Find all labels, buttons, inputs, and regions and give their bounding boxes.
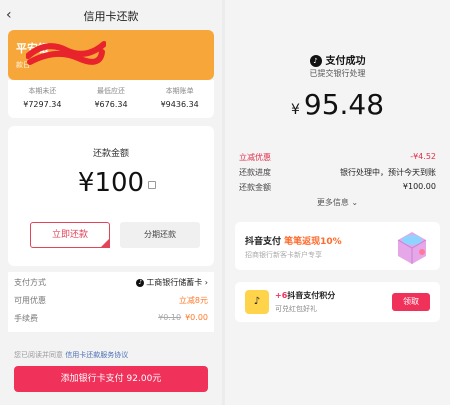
detail-label: 还款金额 [239, 183, 271, 192]
stat-bill: 本期账单 ¥9436.34 [145, 80, 214, 118]
status-title-row: ♪ 支付成功 [225, 52, 450, 67]
detail-label: 还款进度 [239, 168, 271, 177]
stat-unpaid: 本期未还 ¥7297.34 [8, 80, 77, 118]
stat-label: 最低应还 [97, 87, 125, 95]
pay-now-button[interactable]: 立即还款 [30, 222, 110, 248]
pay-method-value: ♪ 工商银行储蓄卡 › [136, 277, 208, 288]
agreement-link[interactable]: 信用卡还款服务协议 [65, 351, 128, 359]
stat-minimum: 最低应还 ¥676.34 [77, 80, 146, 118]
detail-value: 银行处理中，预计今天到账 [340, 168, 436, 177]
fee-label: 手续费 [14, 314, 38, 323]
paid-currency: ¥ [290, 102, 300, 118]
repayment-panel: ‹ 信用卡还款 平安银 款日 本期未还 ¥7297.34 最低应还 ¥676.3… [0, 0, 222, 405]
fee-new: ¥0.00 [185, 313, 208, 322]
discount-label: 可用优惠 [14, 296, 46, 305]
pay-method-row[interactable]: 支付方式 ♪ 工商银行储蓄卡 › [8, 274, 214, 290]
chevron-down-icon: ⌄ [351, 198, 359, 207]
paid-amount: ¥95.48 [225, 88, 450, 121]
fee-old: ¥0.10 [158, 313, 182, 322]
amount-section: 还款金额 ¥100 立即还款 分期还款 [8, 126, 214, 266]
stat-label: 本期账单 [165, 87, 194, 95]
agreement-text: 您已阅读并同意 信用卡还款服务协议 [14, 350, 128, 360]
stat-value: ¥676.34 [94, 100, 128, 109]
discount-row[interactable]: 可用优惠 立减8元 [8, 292, 214, 308]
gift-box-icon [397, 232, 427, 264]
detail-row-discount: 立减优惠 -¥4.52 [235, 150, 440, 164]
stat-label: 本期未还 [28, 87, 57, 95]
installment-button[interactable]: 分期还款 [120, 222, 200, 248]
payment-info: 支付方式 ♪ 工商银行储蓄卡 › 可用优惠 立减8元 手续费 ¥0.10 ¥0.00 [8, 272, 214, 332]
promo-title-prefix: 抖音支付 [245, 237, 285, 247]
status-title: 支付成功 [325, 56, 366, 67]
amount-value[interactable]: ¥100 [8, 168, 214, 198]
detail-label: 立减优惠 [239, 153, 271, 162]
points-highlight: +6 [275, 291, 288, 300]
detail-row-progress: 还款进度 银行处理中，预计今天到账 [235, 165, 440, 179]
fee-value: ¥0.10 ¥0.00 [158, 313, 208, 322]
more-info-toggle[interactable]: 更多信息 ⌄ [225, 197, 450, 208]
detail-value: ¥100.00 [402, 182, 436, 191]
status-subtitle: 已提交银行处理 [309, 69, 366, 78]
credit-card[interactable]: 平安银 款日 [8, 30, 214, 80]
agreement-prefix: 您已阅读并同意 [14, 351, 63, 359]
cashback-promo[interactable]: 抖音支付 笔笔返现10% 招商银行新客卡新户专享 [235, 222, 440, 270]
douyin-icon: ♪ [309, 55, 322, 67]
claim-button[interactable]: 领取 [392, 293, 430, 311]
edit-icon[interactable] [148, 181, 156, 189]
points-subtitle: 可兑红包好礼 [275, 305, 317, 313]
pay-method-label: 支付方式 [14, 278, 46, 287]
points-title-rest: 抖音支付积分 [287, 291, 336, 300]
stat-value: ¥7297.34 [23, 100, 62, 109]
promo-title-highlight: 笔笔返现10% [284, 237, 342, 247]
detail-row-amount: 还款金额 ¥100.00 [235, 180, 440, 194]
promo-title: 抖音支付 笔笔返现10% [245, 234, 342, 247]
header: ‹ 信用卡还款 [0, 0, 222, 30]
selected-corner-icon [100, 238, 110, 248]
bill-stats: 本期未还 ¥7297.34 最低应还 ¥676.34 本期账单 ¥9436.34 [8, 80, 214, 118]
douyin-pay-icon: ♪ [245, 290, 269, 314]
points-title: +6抖音支付积分 [275, 290, 335, 301]
payment-result-panel: ♪ 支付成功 已提交银行处理 ¥95.48 立减优惠 -¥4.52 还款进度 银行… [225, 0, 450, 405]
douyin-icon: ♪ [136, 278, 145, 287]
promo-subtitle: 招商银行新客卡新户专享 [245, 251, 322, 259]
stat-value: ¥9436.34 [160, 100, 199, 109]
add-card-pay-button[interactable]: 添加银行卡支付 92.00元 [14, 366, 208, 392]
detail-value: -¥4.52 [410, 152, 436, 161]
discount-value: 立减8元 [178, 296, 208, 305]
paid-value: 95.48 [303, 88, 385, 121]
redaction-scribble [26, 41, 106, 65]
page-title: 信用卡还款 [83, 10, 139, 23]
more-info-label: 更多信息 [316, 198, 349, 207]
pay-method-text: 工商银行储蓄卡 [146, 278, 203, 287]
amount-label: 还款金额 [92, 149, 129, 159]
fee-row: 手续费 ¥0.10 ¥0.00 [8, 310, 214, 326]
points-reward: ♪ +6抖音支付积分 可兑红包好礼 领取 [235, 282, 440, 322]
pay-now-label: 立即还款 [51, 230, 88, 240]
